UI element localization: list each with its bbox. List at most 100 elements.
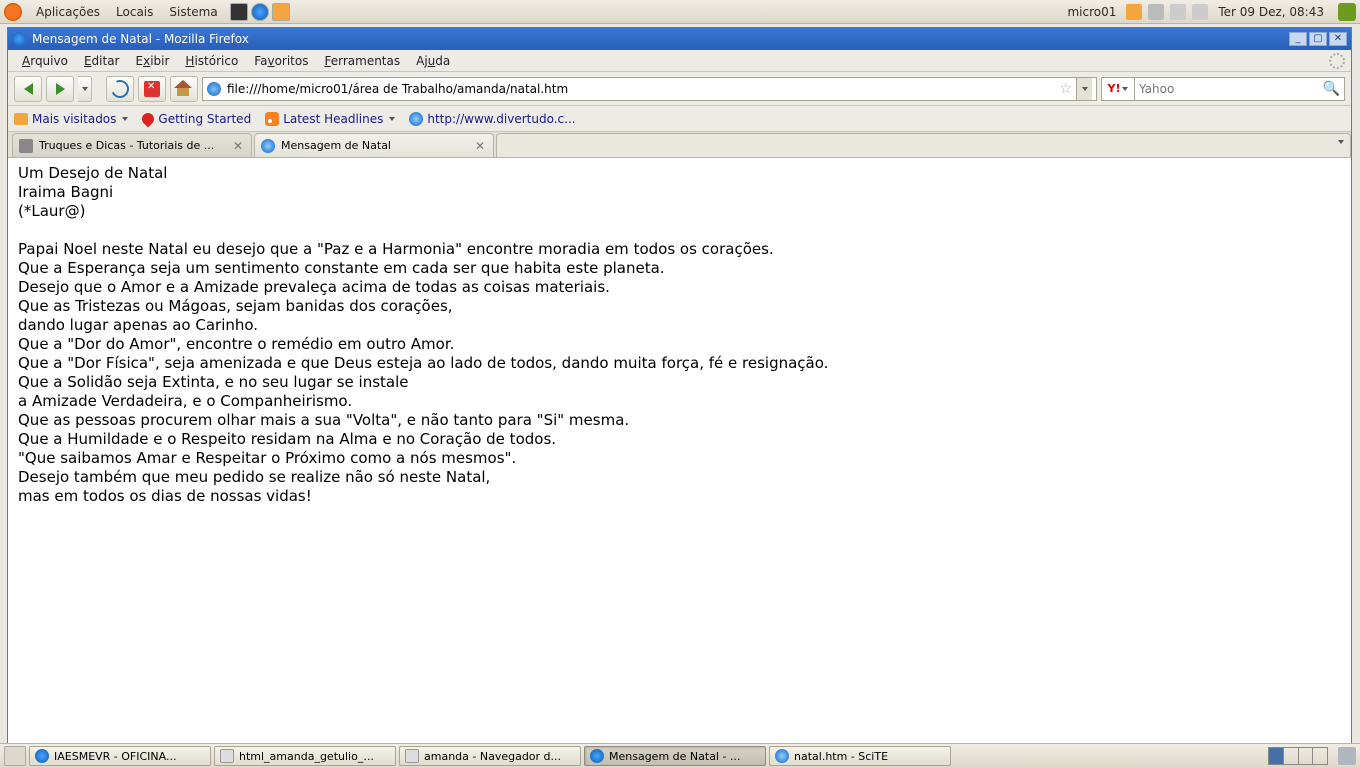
- task-scite[interactable]: natal.htm - SciTE: [769, 746, 951, 766]
- update-icon[interactable]: [1126, 4, 1142, 20]
- firefox-app-icon: [12, 32, 26, 46]
- globe-icon: [409, 112, 423, 126]
- menu-exibir[interactable]: Exibir: [128, 54, 178, 68]
- window-titlebar[interactable]: Mensagem de Natal - Mozilla Firefox _ ▢ …: [8, 28, 1351, 50]
- bookmarks-toolbar: Mais visitados Getting Started Latest He…: [8, 106, 1351, 132]
- menu-aplicacoes[interactable]: Aplicações: [28, 5, 108, 19]
- gnome-bottom-panel: IAESMEVR - OFICINA... html_amanda_getuli…: [0, 743, 1360, 768]
- menu-sistema[interactable]: Sistema: [161, 5, 225, 19]
- menu-editar[interactable]: Editar: [76, 54, 128, 68]
- page-line: Que a "Dor do Amor", encontre o remédio …: [18, 335, 1341, 354]
- bookmark-latest-headlines[interactable]: Latest Headlines: [265, 112, 395, 126]
- reload-icon: [108, 77, 131, 100]
- url-bar[interactable]: ☆: [202, 77, 1097, 101]
- tab-title: Truques e Dicas - Tutoriais de ...: [39, 139, 225, 152]
- trash-icon[interactable]: [1338, 747, 1356, 765]
- reload-button[interactable]: [106, 76, 134, 102]
- volume-icon[interactable]: [1192, 4, 1208, 20]
- firefox-icon: [35, 749, 49, 763]
- bookmark-getting-started[interactable]: Getting Started: [142, 112, 251, 126]
- tab-strip: Truques e Dicas - Tutoriais de ... ✕ Men…: [8, 132, 1351, 158]
- menu-locais[interactable]: Locais: [108, 5, 161, 19]
- page-line: a Amizade Verdadeira, e o Companheirismo…: [18, 392, 1341, 411]
- task-mensagem-de-natal[interactable]: Mensagem de Natal - ...: [584, 746, 766, 766]
- search-go-icon[interactable]: 🔍: [1323, 81, 1340, 97]
- page-line: mas em todos os dias de nossas vidas!: [18, 487, 1341, 506]
- page-line: Que as pessoas procurem olhar mais a sua…: [18, 411, 1341, 430]
- terminal-icon[interactable]: [230, 3, 248, 21]
- menu-historico[interactable]: Histórico: [177, 54, 246, 68]
- tab-close-icon[interactable]: ✕: [473, 139, 487, 153]
- firefox-icon: [590, 749, 604, 763]
- minimize-button[interactable]: _: [1289, 32, 1307, 46]
- network-icon[interactable]: [1148, 4, 1164, 20]
- page-line: Desejo também que meu pedido se realize …: [18, 468, 1341, 487]
- user-label[interactable]: micro01: [1063, 5, 1120, 19]
- page-line: Um Desejo de Natal: [18, 164, 1341, 183]
- page-line: Que a Humildade e o Respeito residam na …: [18, 430, 1341, 449]
- history-dropdown-button[interactable]: [78, 76, 92, 102]
- task-iaesmevr[interactable]: IAESMEVR - OFICINA...: [29, 746, 211, 766]
- page-line: Que a "Dor Física", seja amenizada e que…: [18, 354, 1341, 373]
- firefox-launcher-icon[interactable]: [251, 3, 269, 21]
- bookmark-divertudo[interactable]: http://www.divertudo.c...: [409, 112, 575, 126]
- folder-icon: [14, 113, 28, 125]
- menu-favoritos[interactable]: Favoritos: [246, 54, 316, 68]
- navigation-toolbar: ☆ Y! 🔍: [8, 72, 1351, 106]
- stop-icon: [144, 81, 160, 97]
- page-line: [18, 221, 1341, 240]
- system-tray: micro01 Ter 09 Dez, 08:43: [1063, 3, 1356, 21]
- menu-ferramentas[interactable]: Ferramentas: [316, 54, 408, 68]
- search-engine-selector[interactable]: Y!: [1101, 77, 1135, 101]
- help-launcher-icon[interactable]: [272, 3, 290, 21]
- page-line: Que a Solidão seja Extinta, e no seu lug…: [18, 373, 1341, 392]
- folder-icon: [405, 749, 419, 763]
- menu-ajuda[interactable]: Ajuda: [408, 54, 458, 68]
- task-amanda-navegador[interactable]: amanda - Navegador d...: [399, 746, 581, 766]
- logout-icon[interactable]: [1338, 3, 1356, 21]
- battery-icon[interactable]: [1170, 4, 1186, 20]
- tab-close-icon[interactable]: ✕: [231, 139, 245, 153]
- menu-arquivo[interactable]: Arquivo: [14, 54, 76, 68]
- firefox-window: Mensagem de Natal - Mozilla Firefox _ ▢ …: [7, 27, 1352, 743]
- tab-truques-e-dicas[interactable]: Truques e Dicas - Tutoriais de ... ✕: [12, 133, 252, 157]
- page-line: Iraima Bagni: [18, 183, 1341, 202]
- search-input[interactable]: [1139, 82, 1323, 96]
- page-line: (*Laur@): [18, 202, 1341, 221]
- new-tab-area[interactable]: [496, 133, 1351, 157]
- url-input[interactable]: [227, 82, 1055, 96]
- scite-icon: [775, 749, 789, 763]
- tab-favicon-icon: [261, 139, 275, 153]
- quick-launch: [230, 3, 290, 21]
- all-tabs-dropdown-icon[interactable]: [1338, 140, 1344, 144]
- maximize-button[interactable]: ▢: [1309, 32, 1327, 46]
- bookmark-star-icon[interactable]: ☆: [1059, 81, 1072, 97]
- bookmark-mais-visitados[interactable]: Mais visitados: [14, 112, 128, 126]
- search-box[interactable]: 🔍: [1135, 77, 1345, 101]
- task-html-amanda[interactable]: html_amanda_getulio_...: [214, 746, 396, 766]
- clock[interactable]: Ter 09 Dez, 08:43: [1214, 5, 1328, 19]
- back-button[interactable]: [14, 76, 42, 102]
- show-desktop-button[interactable]: [4, 746, 26, 766]
- tab-mensagem-de-natal[interactable]: Mensagem de Natal ✕: [254, 133, 494, 157]
- page-line: Que a Esperança seja um sentimento const…: [18, 259, 1341, 278]
- tab-title: Mensagem de Natal: [281, 139, 467, 152]
- workspace-switcher[interactable]: [1268, 747, 1328, 765]
- page-line: dando lugar apenas ao Carinho.: [18, 316, 1341, 335]
- home-button[interactable]: [170, 76, 198, 102]
- pin-icon: [140, 110, 157, 127]
- site-identity-icon[interactable]: [207, 82, 221, 96]
- stop-button[interactable]: [138, 76, 166, 102]
- url-history-dropdown[interactable]: [1076, 78, 1092, 100]
- page-line: "Que saibamos Amar e Respeitar o Próximo…: [18, 449, 1341, 468]
- window-title: Mensagem de Natal - Mozilla Firefox: [32, 32, 249, 46]
- forward-button[interactable]: [46, 76, 74, 102]
- page-line: Desejo que o Amor e a Amizade prevaleça …: [18, 278, 1341, 297]
- ubuntu-logo-icon[interactable]: [4, 3, 22, 21]
- home-icon: [175, 80, 193, 98]
- close-button[interactable]: ✕: [1329, 32, 1347, 46]
- file-icon: [220, 749, 234, 763]
- page-line: Papai Noel neste Natal eu desejo que a "…: [18, 240, 1341, 259]
- firefox-menubar: Arquivo Editar Exibir Histórico Favorito…: [8, 50, 1351, 72]
- tab-favicon-icon: [19, 139, 33, 153]
